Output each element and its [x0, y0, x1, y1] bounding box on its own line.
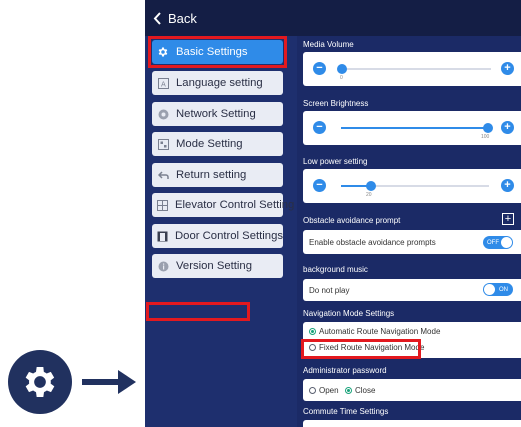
- radio-unselected: [309, 344, 316, 352]
- settings-content: Media Volume − 0 + Screen Brightness − 1…: [146, 36, 521, 427]
- radio-selected: [345, 387, 352, 395]
- arrow-right-icon: [82, 370, 136, 394]
- admin-option-label: Close: [355, 386, 376, 395]
- screen-brightness-thumb[interactable]: [483, 123, 493, 133]
- section-title-navigation-mode: Navigation Mode Settings: [303, 309, 395, 318]
- back-button[interactable]: Back: [153, 11, 197, 26]
- sidebar-item-label: Return setting: [176, 169, 247, 181]
- toggle-label: ON: [499, 286, 508, 293]
- sidebar-item-return-setting[interactable]: Return setting: [152, 163, 283, 187]
- obstacle-card: Enable obstacle avoidance prompts OFF: [303, 230, 521, 254]
- media-volume-card: − 0 +: [303, 52, 521, 86]
- network-icon: [157, 108, 169, 120]
- sidebar-item-elevator-control-setting[interactable]: Elevator Control Setting: [152, 193, 294, 217]
- commute-card: [303, 420, 521, 427]
- low-power-card: − 20 +: [303, 169, 521, 203]
- sidebar-item-network-setting[interactable]: Network Setting: [152, 102, 283, 126]
- gear-icon: [8, 350, 72, 414]
- admin-option-open[interactable]: Open: [309, 386, 339, 395]
- sidebar-item-door-control-settings[interactable]: Door Control Settings: [152, 224, 283, 248]
- plus-icon[interactable]: +: [501, 179, 514, 192]
- sidebar-item-label: Language setting: [176, 77, 263, 89]
- screen-brightness-card: − 100 +: [303, 111, 521, 145]
- elevator-icon: [157, 199, 168, 211]
- media-volume-value: 0: [340, 75, 343, 81]
- toggle-knob: [501, 237, 512, 248]
- plus-icon[interactable]: +: [501, 121, 514, 134]
- background-music-card: Do not play ON: [303, 279, 521, 301]
- nav-option-automatic[interactable]: Automatic Route Navigation Mode: [309, 327, 440, 336]
- screen-brightness-value: 100: [481, 134, 490, 140]
- add-icon[interactable]: +: [502, 213, 514, 225]
- sidebar-item-label: Elevator Control Setting: [175, 199, 295, 211]
- sidebar-item-label: Basic Settings: [176, 46, 248, 58]
- toggle-label: OFF: [487, 239, 499, 246]
- media-volume-thumb[interactable]: [337, 64, 347, 74]
- section-title-low-power: Low power setting: [303, 157, 368, 166]
- nav-option-label: Automatic Route Navigation Mode: [319, 327, 441, 336]
- sidebar-item-language-setting[interactable]: A Language setting: [152, 71, 283, 95]
- admin-option-close[interactable]: Close: [345, 386, 375, 395]
- plus-icon[interactable]: +: [501, 62, 514, 75]
- sidebar-item-label: Mode Setting: [176, 138, 243, 150]
- section-title-commute: Commute Time Settings: [303, 407, 389, 416]
- sidebar-item-label: Network Setting: [176, 108, 256, 120]
- screen-brightness-slider[interactable]: [341, 127, 489, 129]
- minus-icon[interactable]: −: [313, 62, 326, 75]
- low-power-value: 20: [366, 192, 372, 198]
- admin-password-card: Open Close: [303, 379, 521, 401]
- media-volume-slider[interactable]: [341, 68, 491, 70]
- minus-icon[interactable]: −: [313, 121, 326, 134]
- background-music-toggle[interactable]: ON: [483, 283, 513, 296]
- sidebar-item-mode-setting[interactable]: Mode Setting: [152, 132, 283, 156]
- nav-option-label: Fixed Route Navigation Mode: [319, 343, 425, 352]
- gear-small-icon: [157, 46, 169, 58]
- door-icon: [157, 230, 168, 242]
- sidebar: Basic Settings A Language setting Networ…: [145, 36, 297, 427]
- mode-icon: [157, 138, 169, 150]
- section-title-admin-password: Administrator password: [303, 366, 387, 375]
- back-label: Back: [168, 10, 197, 26]
- radio-unselected: [309, 387, 316, 395]
- navigation-mode-card: Automatic Route Navigation Mode Fixed Ro…: [303, 322, 521, 358]
- admin-option-label: Open: [319, 386, 339, 395]
- low-power-thumb[interactable]: [366, 181, 376, 191]
- sidebar-item-basic-settings[interactable]: Basic Settings: [152, 40, 283, 64]
- info-icon: [157, 260, 169, 272]
- settings-app: Back Basic Settings A Language setting N…: [145, 0, 521, 427]
- top-bar: Back: [145, 0, 521, 36]
- return-icon: [157, 169, 169, 181]
- obstacle-toggle[interactable]: OFF: [483, 236, 513, 249]
- radio-selected: [309, 328, 316, 336]
- minus-icon[interactable]: −: [313, 179, 326, 192]
- sidebar-item-label: Version Setting: [176, 260, 252, 272]
- toggle-knob: [484, 284, 495, 295]
- sidebar-item-label: Door Control Settings: [175, 230, 283, 242]
- obstacle-label: Enable obstacle avoidance prompts: [309, 238, 436, 247]
- section-title-background-music: background music: [303, 265, 368, 274]
- background-music-label: Do not play: [309, 286, 350, 295]
- section-title-media-volume: Media Volume: [303, 40, 354, 49]
- back-chevron-icon: [153, 11, 161, 25]
- language-icon: A: [157, 77, 169, 89]
- section-title-screen-brightness: Screen Brightness: [303, 99, 369, 108]
- sidebar-item-version-setting[interactable]: Version Setting: [152, 254, 283, 278]
- low-power-slider[interactable]: [371, 185, 489, 187]
- section-title-obstacle: Obstacle avoidance prompt: [303, 216, 401, 225]
- nav-option-fixed[interactable]: Fixed Route Navigation Mode: [309, 343, 424, 352]
- svg-text:A: A: [161, 80, 166, 88]
